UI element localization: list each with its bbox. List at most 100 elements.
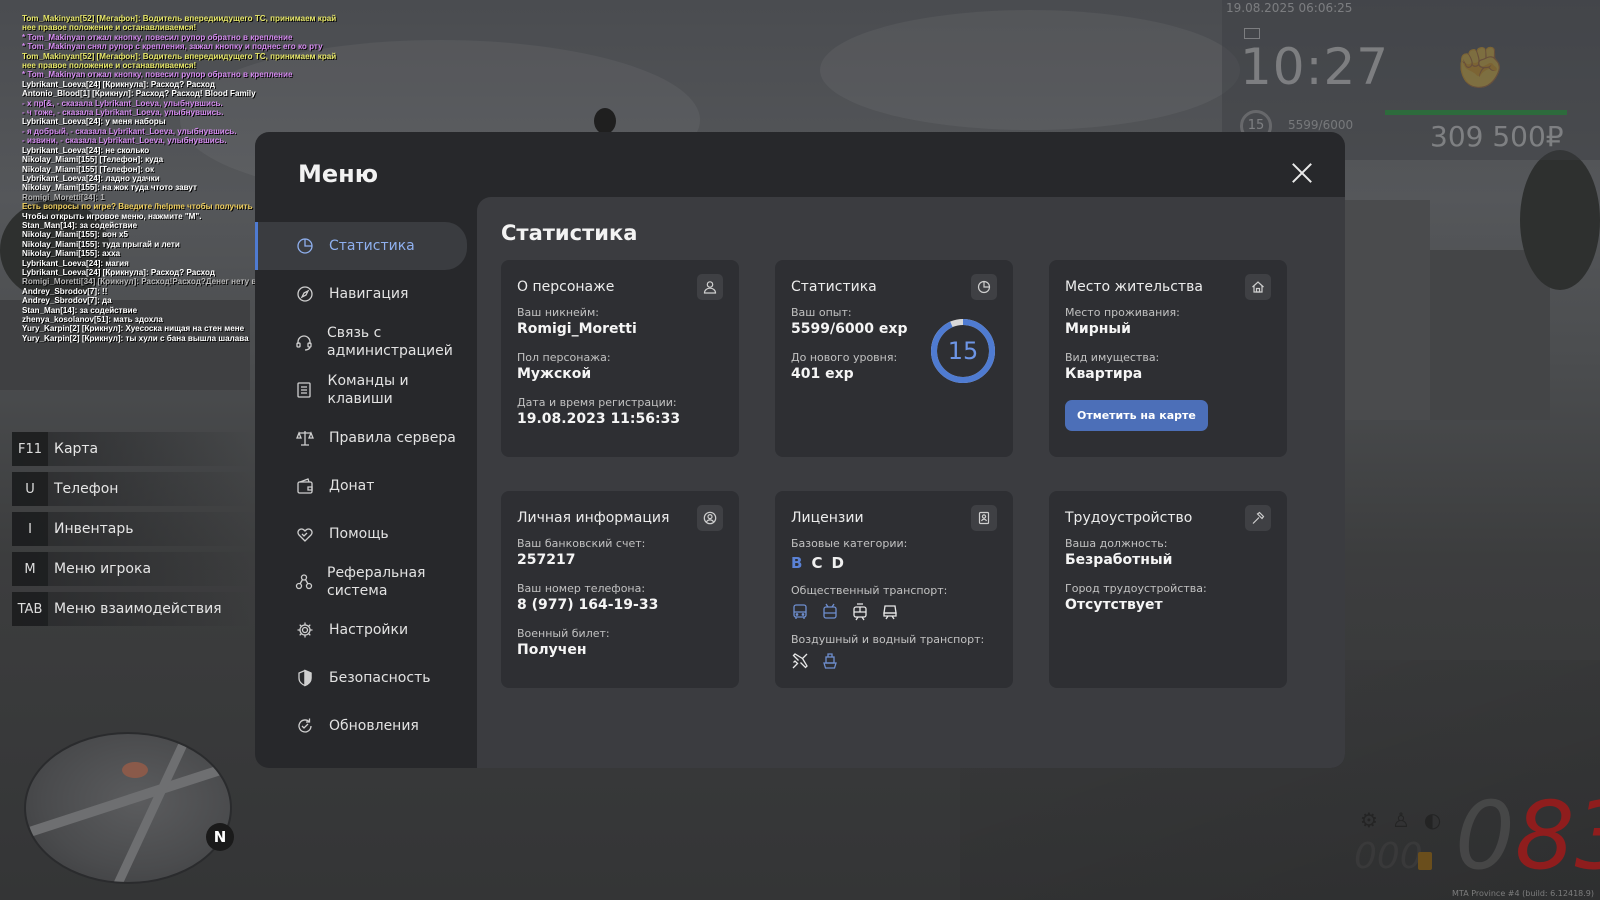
chat-line: Lybrikant_Loeva[24] [Крикнула]: Расход? …: [22, 79, 215, 89]
sidebar-item-8[interactable]: Настройки: [255, 606, 467, 654]
health-bar: [1385, 110, 1567, 115]
chat-line: - ч тоже, - сказала Lybrikant_Loeva, улы…: [22, 108, 224, 118]
build-version: MTA Province #4 (build: 6.12418.9): [1452, 889, 1594, 898]
chat-line: Tom_Makinyan[52] [Мегафон]: Водитель впе…: [22, 51, 337, 61]
keycap: U: [12, 472, 48, 506]
plane-icon: [792, 653, 808, 669]
card-title: О персонаже: [517, 279, 615, 295]
field-label: Город трудоустройства:: [1065, 582, 1207, 595]
headset-icon: [295, 332, 313, 352]
content-title: Статистика: [501, 221, 638, 245]
speed-leading-digit: 0: [1455, 782, 1515, 891]
boat-icon: [823, 653, 837, 669]
military-id-value: Получен: [517, 642, 587, 658]
keybind-label: Карта: [54, 441, 99, 457]
keybind-label: Телефон: [54, 481, 119, 497]
sidebar-item-2[interactable]: Связь с администрацией: [255, 318, 467, 366]
keybind-row[interactable]: M Меню игрока: [12, 552, 252, 586]
pie-chart-icon: [295, 236, 315, 256]
air-water-transport-licenses: [791, 652, 997, 670]
keycap: TAB: [12, 592, 48, 626]
sidebar-item-7[interactable]: Реферальная система: [255, 558, 467, 606]
sidebar-item-label: Команды и клавиши: [327, 373, 409, 407]
keybind-row[interactable]: TAB Меню взаимодействия: [12, 592, 252, 626]
sidebar-item-label: Статистика: [329, 238, 415, 254]
sidebar-item-label: Реферальная система: [327, 565, 426, 599]
field-label: Общественный транспорт:: [791, 584, 948, 597]
sidebar-item-label: Помощь: [329, 526, 389, 542]
sidebar-item-4[interactable]: Правила сервера: [255, 414, 467, 462]
minimap-road: [112, 739, 189, 882]
sidebar-item-3[interactable]: Команды и клавиши: [255, 366, 467, 414]
field-label: Ваша должность:: [1065, 537, 1168, 550]
document-icon: [295, 380, 314, 400]
chat-line: Lybrikant_Loeva[24]: у меня наборы: [22, 117, 166, 127]
sidebar-item-0[interactable]: Статистика: [255, 222, 467, 270]
speedometer: 083: [1455, 790, 1600, 884]
sidebar-item-6[interactable]: Помощь: [255, 510, 467, 558]
field-label: Базовые категории:: [791, 537, 908, 550]
personal-info-card: Личная информация Ваш банковский счет: 2…: [501, 491, 739, 688]
chat-line: Tom_Makinyan[52] [Мегафон]: Водитель впе…: [22, 14, 337, 23]
house-icon: [1245, 274, 1271, 300]
license-category: C: [811, 554, 823, 572]
sidebar-item-5[interactable]: Донат: [255, 462, 467, 510]
keybind-label: Меню игрока: [54, 561, 152, 577]
menu-sidebar: Статистика Навигация Связь с администрацие…: [255, 222, 467, 750]
player-menu-modal: Меню Статистика Навигация Связь с админист…: [255, 132, 1345, 768]
card-title: Статистика: [791, 279, 877, 295]
keybind-list: F11 Карта U Телефон I Инвентарь M Меню игрока TA…: [12, 432, 252, 632]
sidebar-item-1[interactable]: Навигация: [255, 270, 467, 318]
sidebar-item-10[interactable]: Обновления: [255, 702, 467, 750]
wallet-icon: [295, 476, 315, 496]
hud-exp: 5599/6000: [1288, 118, 1354, 132]
field-label: Ваш номер телефона:: [517, 582, 646, 595]
employment-card: Трудоустройство Ваша должность: Безработ…: [1049, 491, 1287, 688]
minimap[interactable]: [24, 732, 232, 884]
sidebar-item-label: Настройки: [329, 622, 409, 638]
sidebar-item-9[interactable]: Безопасность: [255, 654, 467, 702]
building: [1430, 250, 1550, 420]
chat-line: * Tom_Makinyan отжал кнопку, повесил руп…: [22, 32, 293, 42]
license-category: D: [831, 554, 844, 572]
field-label: Воздушный и водный транспорт:: [791, 633, 985, 646]
chat-line: нее правое положение и останавливаемся!: [22, 23, 197, 33]
chat-line: нее правое положение и останавливаемся!: [22, 61, 197, 71]
nickname-value: Romigi_Moretti: [517, 321, 637, 337]
keybind-row[interactable]: U Телефон: [12, 472, 252, 506]
chat-line: Antonio_Blood[1] [Крикнул]: Расход? Расх…: [22, 89, 256, 99]
compass-icon: [295, 284, 315, 304]
handshake-icon: [295, 524, 315, 544]
field-label: Ваш никнейм:: [517, 306, 599, 319]
card-title: Трудоустройство: [1065, 510, 1193, 526]
hud-date: 19.08.2025 06:06:25: [1226, 1, 1353, 15]
cloud: [820, 10, 1240, 130]
chat-line: * Tom_Makinyan отжал кнопку, повесил руп…: [22, 70, 293, 80]
card-title: Личная информация: [517, 510, 670, 526]
vehicle-status-icons: ⚙♙◐: [1360, 808, 1455, 832]
keybind-row[interactable]: I Инвентарь: [12, 512, 252, 546]
referral-icon: [295, 572, 313, 592]
engine-icon: ⚙: [1360, 808, 1392, 832]
field-label: Военный билет:: [517, 627, 610, 640]
field-label: Вид имущества:: [1065, 351, 1160, 364]
licenses-card: Лицензии Базовые категории: BCD Обществе…: [775, 491, 1013, 688]
level-progress-ring: 15: [929, 317, 997, 385]
hud-money: 309 500₽: [1430, 120, 1564, 153]
sidebar-item-label: Связь с администрацией: [327, 325, 453, 359]
public-transport-licenses: [791, 603, 997, 621]
gender-value: Мужской: [517, 366, 592, 382]
keybind-row[interactable]: F11 Карта: [12, 432, 252, 466]
mark-on-map-button[interactable]: Отметить на карте: [1065, 400, 1208, 431]
property-value: Квартира: [1065, 366, 1143, 382]
field-label: Место проживания:: [1065, 306, 1180, 319]
close-button[interactable]: [1289, 160, 1315, 186]
balloon-object: [594, 108, 616, 134]
bank-account-value: 257217: [517, 552, 576, 568]
field-label: Ваш банковский счет:: [517, 537, 646, 550]
keycap: F11: [12, 432, 48, 466]
license-category: B: [791, 554, 803, 572]
fuel-icon: [1418, 852, 1432, 870]
sidebar-item-label: Обновления: [329, 718, 419, 734]
seatbelt-icon: ♙: [1391, 808, 1424, 832]
